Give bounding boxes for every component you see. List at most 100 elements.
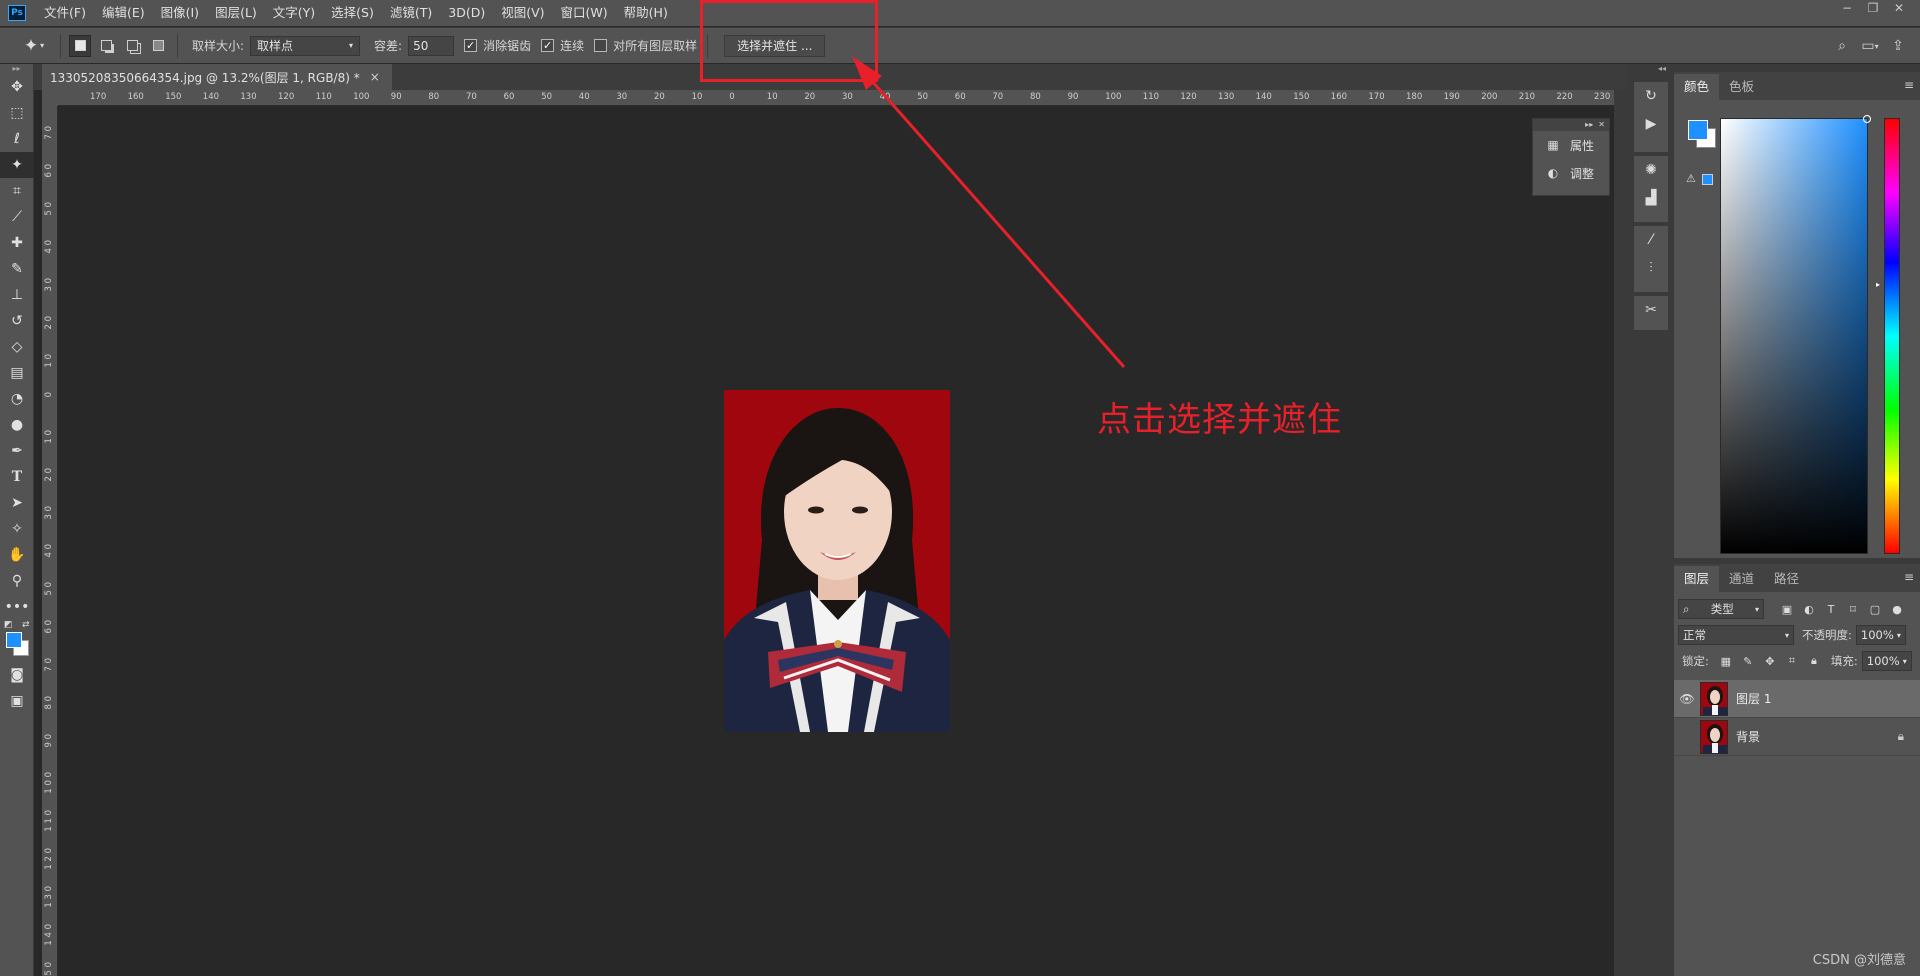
panel-grip-icon[interactable]: ▸▸ bbox=[0, 64, 33, 74]
color-panel-foreground[interactable] bbox=[1688, 120, 1708, 140]
blur-tool-icon[interactable]: ◔ bbox=[0, 386, 34, 412]
blend-mode-select[interactable]: 正常 ▾ bbox=[1678, 625, 1794, 645]
new-selection-button[interactable] bbox=[69, 34, 91, 57]
filter-toggle-icon[interactable]: ● bbox=[1888, 600, 1906, 618]
quick-mask-icon[interactable]: ◙ bbox=[0, 662, 34, 688]
menu-filter[interactable]: 滤镜(T) bbox=[382, 0, 440, 26]
menu-select[interactable]: 选择(S) bbox=[323, 0, 382, 26]
swap-colors-icon[interactable]: ⇄ bbox=[22, 620, 30, 630]
tab-color[interactable]: 颜色 bbox=[1674, 74, 1720, 100]
sample-size-select[interactable]: 取样点 ▾ bbox=[250, 35, 361, 56]
fill-input[interactable]: 100% ▾ bbox=[1861, 651, 1912, 671]
intersect-selection-button[interactable] bbox=[147, 35, 169, 57]
zoom-tool-icon[interactable]: ⚲ bbox=[0, 568, 34, 594]
magic-wand-tool-icon[interactable]: ✦ bbox=[0, 152, 34, 178]
tool-presets-icon[interactable]: ⫶ bbox=[1634, 254, 1668, 282]
shape-filter-icon[interactable]: ⌑ bbox=[1844, 600, 1862, 618]
smart-object-filter-icon[interactable]: ▢ bbox=[1866, 600, 1884, 618]
lock-all-icon[interactable]: 🔒︎ bbox=[1805, 652, 1823, 670]
anti-alias-checkbox[interactable]: ✓ 消除锯齿 bbox=[464, 37, 531, 54]
screen-mode-icon[interactable]: ▣ bbox=[0, 688, 34, 714]
panel-menu-icon[interactable]: ≡ bbox=[1904, 78, 1914, 92]
actions-icon[interactable]: ▶ bbox=[1634, 110, 1668, 138]
brush-tool-icon[interactable]: ✎ bbox=[0, 256, 34, 282]
menu-3d[interactable]: 3D(D) bbox=[440, 0, 493, 26]
close-tab-icon[interactable]: × bbox=[370, 70, 380, 84]
lock-pixels-icon[interactable]: ✎ bbox=[1739, 652, 1757, 670]
healing-brush-tool-icon[interactable]: ✚ bbox=[0, 230, 34, 256]
add-to-selection-button[interactable] bbox=[95, 35, 117, 57]
clone-source-icon[interactable]: ✂ bbox=[1634, 296, 1668, 324]
type-filter-icon[interactable]: T bbox=[1822, 600, 1840, 618]
eye-icon[interactable]: 👁︎ bbox=[1674, 692, 1700, 706]
dock-grip-icon[interactable]: ◂◂ bbox=[1658, 64, 1666, 73]
tab-paths[interactable]: 路径 bbox=[1764, 566, 1809, 592]
menu-window[interactable]: 窗口(W) bbox=[553, 0, 616, 26]
lasso-tool-icon[interactable]: ℓ bbox=[0, 126, 34, 152]
history-brush-tool-icon[interactable]: ↺ bbox=[0, 308, 34, 334]
horizontal-ruler[interactable]: 170 160 150 140 130 120 110 100 90 80 70 60 50 40 30 20… bbox=[58, 90, 1614, 106]
clone-stamp-tool-icon[interactable]: ⊥ bbox=[0, 282, 34, 308]
workspace-icon[interactable]: ▭ ▾ bbox=[1856, 32, 1884, 60]
color-picker-field[interactable] bbox=[1720, 115, 1871, 554]
lock-artboard-icon[interactable]: ⌗ bbox=[1783, 652, 1801, 670]
eyedropper-tool-icon[interactable]: ⟋ bbox=[0, 204, 34, 230]
menu-image[interactable]: 图像(I) bbox=[153, 0, 207, 26]
menu-file[interactable]: 文件(F) bbox=[36, 0, 94, 26]
custom-shape-tool-icon[interactable]: ✧ bbox=[0, 516, 34, 542]
web-safe-color-icon[interactable] bbox=[1702, 174, 1713, 185]
tab-swatches[interactable]: 色板 bbox=[1719, 74, 1764, 100]
tab-channels[interactable]: 通道 bbox=[1719, 566, 1764, 592]
document-tab[interactable]: 133052083506643​54.jpg @ 13.2%(图层 1, RGB… bbox=[42, 64, 392, 90]
minimize-button[interactable]: − bbox=[1834, 0, 1860, 18]
magic-wand-preset-icon[interactable]: ✦ ▾ bbox=[14, 32, 54, 60]
contiguous-checkbox[interactable]: ✓ 连续 bbox=[541, 37, 584, 54]
default-colors-icon[interactable]: ◩ bbox=[4, 620, 13, 630]
path-selection-tool-icon[interactable]: ➤ bbox=[0, 490, 34, 516]
vertical-ruler[interactable]: 7 0 6 0 5 0 4 0 3 0 2 0 1 0 0 1 0 2 0 3 0 4 0 5 0 6 0… bbox=[42, 106, 58, 976]
menu-help[interactable]: 帮助(H) bbox=[616, 0, 676, 26]
brush-settings-icon[interactable]: ⁄ bbox=[1634, 226, 1668, 254]
menu-layer[interactable]: 图层(L) bbox=[207, 0, 265, 26]
tolerance-input[interactable]: 50 bbox=[408, 35, 455, 56]
opacity-input[interactable]: 100% ▾ bbox=[1855, 625, 1906, 645]
more-tools-icon[interactable]: ••• bbox=[0, 594, 34, 620]
lock-transparent-icon[interactable]: ▦ bbox=[1717, 652, 1735, 670]
hand-tool-icon[interactable]: ✋ bbox=[0, 542, 34, 568]
panel-menu-icon[interactable]: ≡ bbox=[1904, 570, 1914, 584]
vertical-scrollbar[interactable] bbox=[1614, 90, 1628, 976]
collapse-icon[interactable]: ▸▸ bbox=[1585, 120, 1593, 129]
menu-type[interactable]: 文字(Y) bbox=[265, 0, 323, 26]
adjustments-panel-button[interactable]: ◐ 调整 bbox=[1533, 159, 1609, 187]
marquee-tool-icon[interactable]: ⬚ bbox=[0, 100, 34, 126]
crop-tool-icon[interactable]: ⌗ bbox=[0, 178, 34, 204]
close-button[interactable]: ✕ bbox=[1886, 0, 1912, 18]
move-tool-icon[interactable]: ✥ bbox=[0, 74, 34, 100]
layer-filter-select[interactable]: ⌕ 类型 ▾ bbox=[1678, 599, 1764, 619]
adjustment-filter-icon[interactable]: ◐ bbox=[1800, 600, 1818, 618]
gradient-tool-icon[interactable]: ▤ bbox=[0, 360, 34, 386]
sample-all-layers-checkbox[interactable]: 对所有图层取样 bbox=[594, 37, 697, 54]
eraser-tool-icon[interactable]: ◇ bbox=[0, 334, 34, 360]
ruler-origin[interactable] bbox=[42, 90, 58, 106]
histogram-icon[interactable]: ▟ bbox=[1634, 184, 1668, 212]
menu-view[interactable]: 视图(V) bbox=[493, 0, 552, 26]
lock-position-icon[interactable]: ✥ bbox=[1761, 652, 1779, 670]
gamut-warning-icon[interactable]: ⚠ bbox=[1686, 172, 1696, 185]
navigator-icon[interactable]: ✺ bbox=[1634, 156, 1668, 184]
history-icon[interactable]: ↻ bbox=[1634, 82, 1668, 110]
search-icon[interactable]: ⌕ bbox=[1828, 32, 1856, 60]
menu-edit[interactable]: 编辑(E) bbox=[94, 0, 153, 26]
hue-slider[interactable] bbox=[1884, 118, 1900, 554]
eye-hidden-icon[interactable]: ▫ bbox=[1674, 730, 1700, 744]
layer-row-layer-1[interactable]: 👁︎ 图层 1 bbox=[1674, 680, 1920, 718]
restore-button[interactable]: ❐ bbox=[1860, 0, 1886, 18]
tab-layers[interactable]: 图层 bbox=[1674, 566, 1720, 592]
close-panel-icon[interactable]: ✕ bbox=[1598, 120, 1605, 129]
dodge-tool-icon[interactable]: ● bbox=[0, 412, 34, 438]
pixel-filter-icon[interactable]: ▣ bbox=[1778, 600, 1796, 618]
layer-row-background[interactable]: ▫ 背景 🔒︎ bbox=[1674, 718, 1920, 756]
hue-slider-handle[interactable]: ▸ bbox=[1876, 280, 1880, 289]
type-tool-icon[interactable]: T bbox=[0, 464, 34, 490]
share-icon[interactable]: ⇪ bbox=[1884, 32, 1912, 60]
